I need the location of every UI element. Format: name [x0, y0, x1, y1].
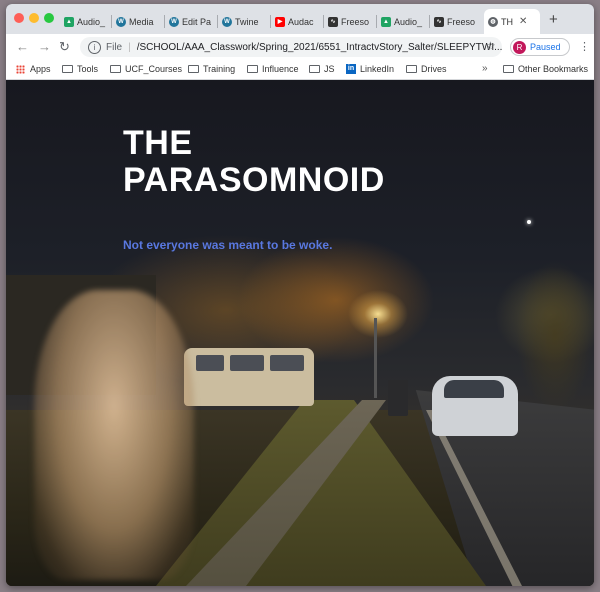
- folder-icon: [188, 65, 199, 73]
- bookmark-ucf-courses[interactable]: UCF_Courses: [110, 64, 182, 74]
- avatar: R: [513, 40, 526, 54]
- tab-freesound-1[interactable]: ∿ Freeso: [324, 9, 377, 34]
- tab-active-parasomnoid[interactable]: ◍ TH ✕: [484, 9, 540, 34]
- info-icon[interactable]: i: [88, 40, 101, 54]
- tab-label: Twine: [235, 16, 259, 27]
- tab-label: TH: [501, 16, 513, 27]
- tab-audacity[interactable]: ▶ Audac: [271, 9, 324, 34]
- more-bookmarks-button[interactable]: »: [482, 63, 488, 74]
- title-line-1: THE: [123, 124, 193, 162]
- google-drive-icon: ▲: [381, 16, 391, 27]
- page-content: THE PARASOMNOID Not everyone was meant t…: [6, 80, 594, 586]
- bookmark-apps[interactable]: Apps: [16, 64, 51, 74]
- tab-media[interactable]: W Media: [112, 9, 165, 34]
- folder-icon: [110, 65, 121, 73]
- folder-icon: [62, 65, 73, 73]
- new-tab-button[interactable]: +: [549, 11, 558, 28]
- bookmark-other[interactable]: Other Bookmarks: [503, 64, 588, 74]
- close-tab-icon[interactable]: ✕: [519, 16, 527, 27]
- minimize-window-button[interactable]: [29, 13, 39, 23]
- apps-grid-icon: [16, 64, 25, 74]
- tab-label: Freeso: [341, 16, 370, 27]
- profile-status: Paused: [530, 42, 561, 52]
- wordpress-icon: W: [116, 16, 126, 27]
- folder-icon: [247, 65, 258, 73]
- globe-icon: ◍: [488, 16, 498, 27]
- browser-window: ▲ Audio_ W Media W Edit Pa W Twine ▶ Aud…: [6, 4, 594, 586]
- menu-kebab-icon[interactable]: ⋮: [579, 40, 590, 53]
- folder-icon: [406, 65, 417, 73]
- tab-label: Audac: [288, 16, 314, 27]
- folder-icon: [503, 65, 514, 73]
- tab-freesound-2[interactable]: ∿ Freeso: [430, 9, 483, 34]
- bookmark-tools[interactable]: Tools: [62, 64, 98, 74]
- tab-twine[interactable]: W Twine: [218, 9, 271, 34]
- parked-car: [432, 376, 518, 436]
- wordpress-icon: W: [222, 16, 232, 27]
- trash-can: [388, 380, 408, 416]
- bookmark-influence[interactable]: Influence: [247, 64, 299, 74]
- folder-icon: [309, 65, 320, 73]
- bookmark-js[interactable]: JS: [309, 64, 335, 74]
- back-arrow-icon[interactable]: ←: [16, 39, 29, 54]
- street-lamp: [374, 318, 377, 398]
- tab-label: Freeso: [447, 16, 476, 27]
- tab-label: Audio_: [77, 16, 106, 27]
- address-bar[interactable]: i File | /SCHOOL/AAA_Classwork/Spring_20…: [80, 37, 502, 57]
- maximize-window-button[interactable]: [44, 13, 54, 23]
- browser-toolbar: ← → ↻ i File | /SCHOOL/AAA_Classwork/Spr…: [6, 34, 594, 60]
- reload-icon[interactable]: ↻: [59, 39, 70, 55]
- google-drive-icon: ▲: [64, 16, 74, 27]
- forward-arrow-icon[interactable]: →: [38, 39, 51, 54]
- address-url: /SCHOOL/AAA_Classwork/Spring_2021/6551_I…: [136, 41, 502, 53]
- bookmark-drives[interactable]: Drives: [406, 64, 447, 74]
- title-line-2: PARASOMNOID: [123, 161, 385, 199]
- bookmark-star-icon[interactable]: ☆: [485, 39, 496, 53]
- linkedin-icon: in: [346, 64, 356, 74]
- tab-audio-1[interactable]: ▲ Audio_: [60, 9, 112, 34]
- bookmark-linkedin[interactable]: in LinkedIn: [346, 64, 394, 74]
- parked-van: [184, 348, 314, 406]
- tab-label: Audio_: [394, 16, 423, 27]
- bookmark-training[interactable]: Training: [188, 64, 235, 74]
- page-title: THE PARASOMNOID: [123, 125, 385, 199]
- address-scheme: File: [106, 41, 123, 53]
- freesound-icon: ∿: [328, 16, 338, 27]
- night-star: [527, 220, 531, 224]
- profile-button[interactable]: R Paused: [510, 38, 570, 56]
- blurred-figure: [34, 290, 194, 580]
- tab-label: Edit Pa: [182, 16, 212, 27]
- tagline-link[interactable]: Not everyone was meant to be woke.: [123, 238, 332, 252]
- bookmarks-bar: Apps Tools UCF_Courses Training Influenc…: [6, 60, 594, 80]
- tab-strip: ▲ Audio_ W Media W Edit Pa W Twine ▶ Aud…: [6, 4, 594, 34]
- wordpress-icon: W: [169, 16, 179, 27]
- freesound-icon: ∿: [434, 16, 444, 27]
- tab-label: Media: [129, 16, 154, 27]
- close-window-button[interactable]: [14, 13, 24, 23]
- youtube-icon: ▶: [275, 16, 285, 27]
- tab-edit-page[interactable]: W Edit Pa: [165, 9, 218, 34]
- tab-audio-2[interactable]: ▲ Audio_: [377, 9, 430, 34]
